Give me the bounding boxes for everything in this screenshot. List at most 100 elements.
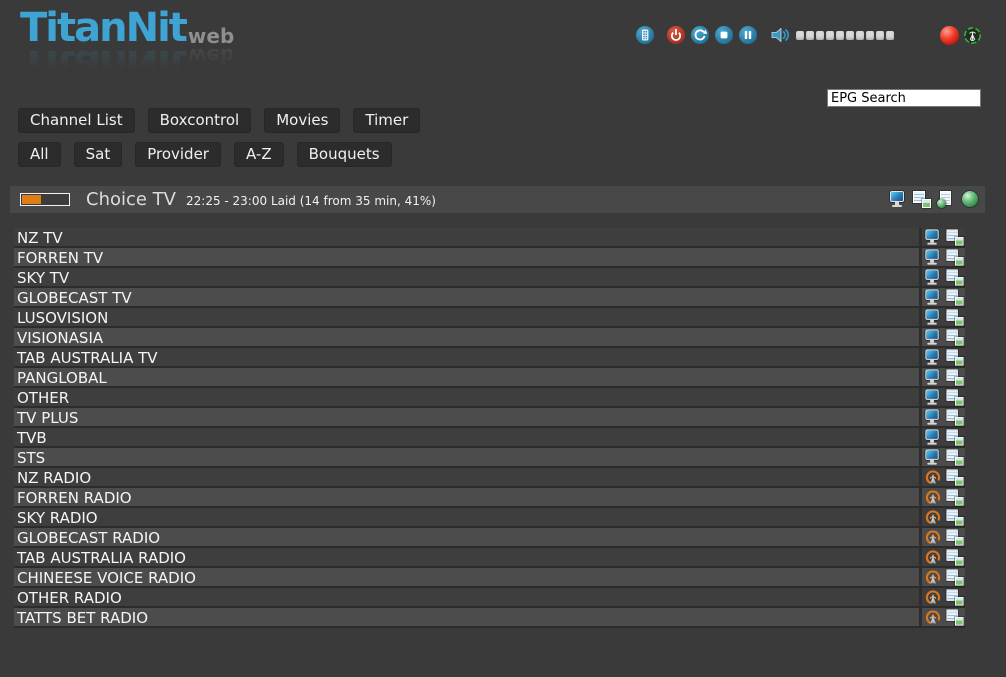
epg-list-icon[interactable]: [946, 529, 963, 545]
volume-segment[interactable]: [806, 31, 814, 40]
epg-list-icon[interactable]: [946, 289, 963, 305]
filter-button[interactable]: A-Z: [234, 142, 284, 167]
channel-name[interactable]: CHINEESE VOICE RADIO: [14, 568, 919, 586]
volume-segment[interactable]: [836, 31, 844, 40]
channel-name[interactable]: SKY RADIO: [14, 508, 919, 526]
stream-icon[interactable]: [963, 26, 982, 45]
tv-icon[interactable]: [889, 191, 907, 208]
tv-icon[interactable]: [924, 349, 941, 365]
volume-segment[interactable]: [796, 31, 804, 40]
volume-segment[interactable]: [826, 31, 834, 40]
tv-icon[interactable]: [924, 369, 941, 385]
nav-button[interactable]: Channel List: [18, 108, 135, 133]
radio-icon[interactable]: [924, 549, 941, 565]
channel-name[interactable]: TAB AUSTRALIA TV: [14, 348, 919, 366]
tv-icon[interactable]: [924, 449, 941, 465]
epg-search-input[interactable]: [827, 89, 981, 107]
channel-name[interactable]: VISIONASIA: [14, 328, 919, 346]
epg-list-icon[interactable]: [946, 329, 963, 345]
epg-list-icon[interactable]: [946, 229, 963, 245]
radio-icon[interactable]: [924, 589, 941, 605]
epg-list-icon[interactable]: [946, 469, 963, 485]
channel-name[interactable]: FORREN RADIO: [14, 488, 919, 506]
channel-actions: [919, 268, 965, 286]
radio-icon[interactable]: [924, 529, 941, 545]
tv-icon[interactable]: [924, 389, 941, 405]
epg-list-icon[interactable]: [946, 409, 963, 425]
volume-segment[interactable]: [846, 31, 854, 40]
epg-list-icon[interactable]: [946, 609, 963, 625]
channel-name[interactable]: TVB: [14, 428, 919, 446]
volume-segment[interactable]: [816, 31, 824, 40]
tv-icon[interactable]: [924, 329, 941, 345]
channel-name[interactable]: STS: [14, 448, 919, 466]
channel-actions: [919, 588, 965, 606]
channel-actions: [919, 548, 965, 566]
channel-name[interactable]: OTHER RADIO: [14, 588, 919, 606]
filter-button[interactable]: All: [18, 142, 61, 167]
epg-list-icon[interactable]: [946, 549, 963, 565]
radio-icon[interactable]: [924, 569, 941, 585]
remote-icon[interactable]: [636, 26, 654, 44]
channel-name[interactable]: FORREN TV: [14, 248, 919, 266]
channel-name[interactable]: TATTS BET RADIO: [14, 608, 919, 626]
epg-list-icon[interactable]: [946, 309, 963, 325]
epg-list-icon[interactable]: [946, 489, 963, 505]
epg-list-icon[interactable]: [946, 389, 963, 405]
restart-icon[interactable]: [691, 26, 709, 44]
volume-icon[interactable]: [770, 25, 791, 45]
power-icon[interactable]: [667, 26, 685, 44]
nav-button[interactable]: Movies: [264, 108, 340, 133]
epg-list-icon[interactable]: [946, 249, 963, 265]
epg-list-icon[interactable]: [946, 269, 963, 285]
globe-icon[interactable]: [961, 191, 979, 208]
nav-button[interactable]: Timer: [353, 108, 420, 133]
epg-list-icon[interactable]: [946, 569, 963, 585]
epg-list-icon[interactable]: [946, 369, 963, 385]
epg-list-icon[interactable]: [946, 429, 963, 445]
epg-list-icon[interactable]: [946, 589, 963, 605]
channel-name[interactable]: OTHER: [14, 388, 919, 406]
epg-list-icon[interactable]: [946, 449, 963, 465]
channel-name[interactable]: TV PLUS: [14, 408, 919, 426]
nav-button[interactable]: Boxcontrol: [148, 108, 252, 133]
channel-name[interactable]: TAB AUSTRALIA RADIO: [14, 548, 919, 566]
channel-name[interactable]: NZ TV: [14, 228, 919, 246]
channel-name[interactable]: NZ RADIO: [14, 468, 919, 486]
channel-name[interactable]: GLOBECAST RADIO: [14, 528, 919, 546]
filter-button[interactable]: Sat: [74, 142, 123, 167]
channel-row: OTHER: [14, 388, 965, 408]
epg-list-icon[interactable]: [946, 349, 963, 365]
channel-name[interactable]: SKY TV: [14, 268, 919, 286]
channel-name[interactable]: PANGLOBAL: [14, 368, 919, 386]
channel-name[interactable]: LUSOVISION: [14, 308, 919, 326]
tv-icon[interactable]: [924, 309, 941, 325]
tv-icon[interactable]: [924, 409, 941, 425]
tv-icon[interactable]: [924, 289, 941, 305]
tv-icon[interactable]: [924, 249, 941, 265]
channel-name[interactable]: GLOBECAST TV: [14, 288, 919, 306]
channel-actions: [919, 308, 965, 326]
epg-list-icon[interactable]: [946, 509, 963, 525]
tv-icon[interactable]: [924, 229, 941, 245]
current-epg-info: 22:25 - 23:00 Laid (14 from 35 min, 41%): [186, 194, 436, 208]
app-logo: TitanNitweb TitanNitweb: [20, 8, 232, 84]
pause-icon[interactable]: [739, 26, 757, 44]
tv-icon[interactable]: [924, 429, 941, 445]
radio-icon[interactable]: [924, 509, 941, 525]
record-icon[interactable]: [940, 26, 959, 45]
radio-icon[interactable]: [924, 609, 941, 625]
filter-button[interactable]: Bouquets: [297, 142, 392, 167]
stop-icon[interactable]: [715, 26, 733, 44]
volume-segment[interactable]: [876, 31, 884, 40]
filter-button[interactable]: Provider: [135, 142, 221, 167]
webtv-icon[interactable]: [937, 191, 955, 208]
volume-segment[interactable]: [866, 31, 874, 40]
volume-segment[interactable]: [856, 31, 864, 40]
tv-icon[interactable]: [924, 269, 941, 285]
volume-segment[interactable]: [886, 31, 894, 40]
epg-list-icon[interactable]: [913, 191, 931, 208]
radio-icon[interactable]: [924, 469, 941, 485]
channel-actions: [919, 248, 965, 266]
radio-icon[interactable]: [924, 489, 941, 505]
